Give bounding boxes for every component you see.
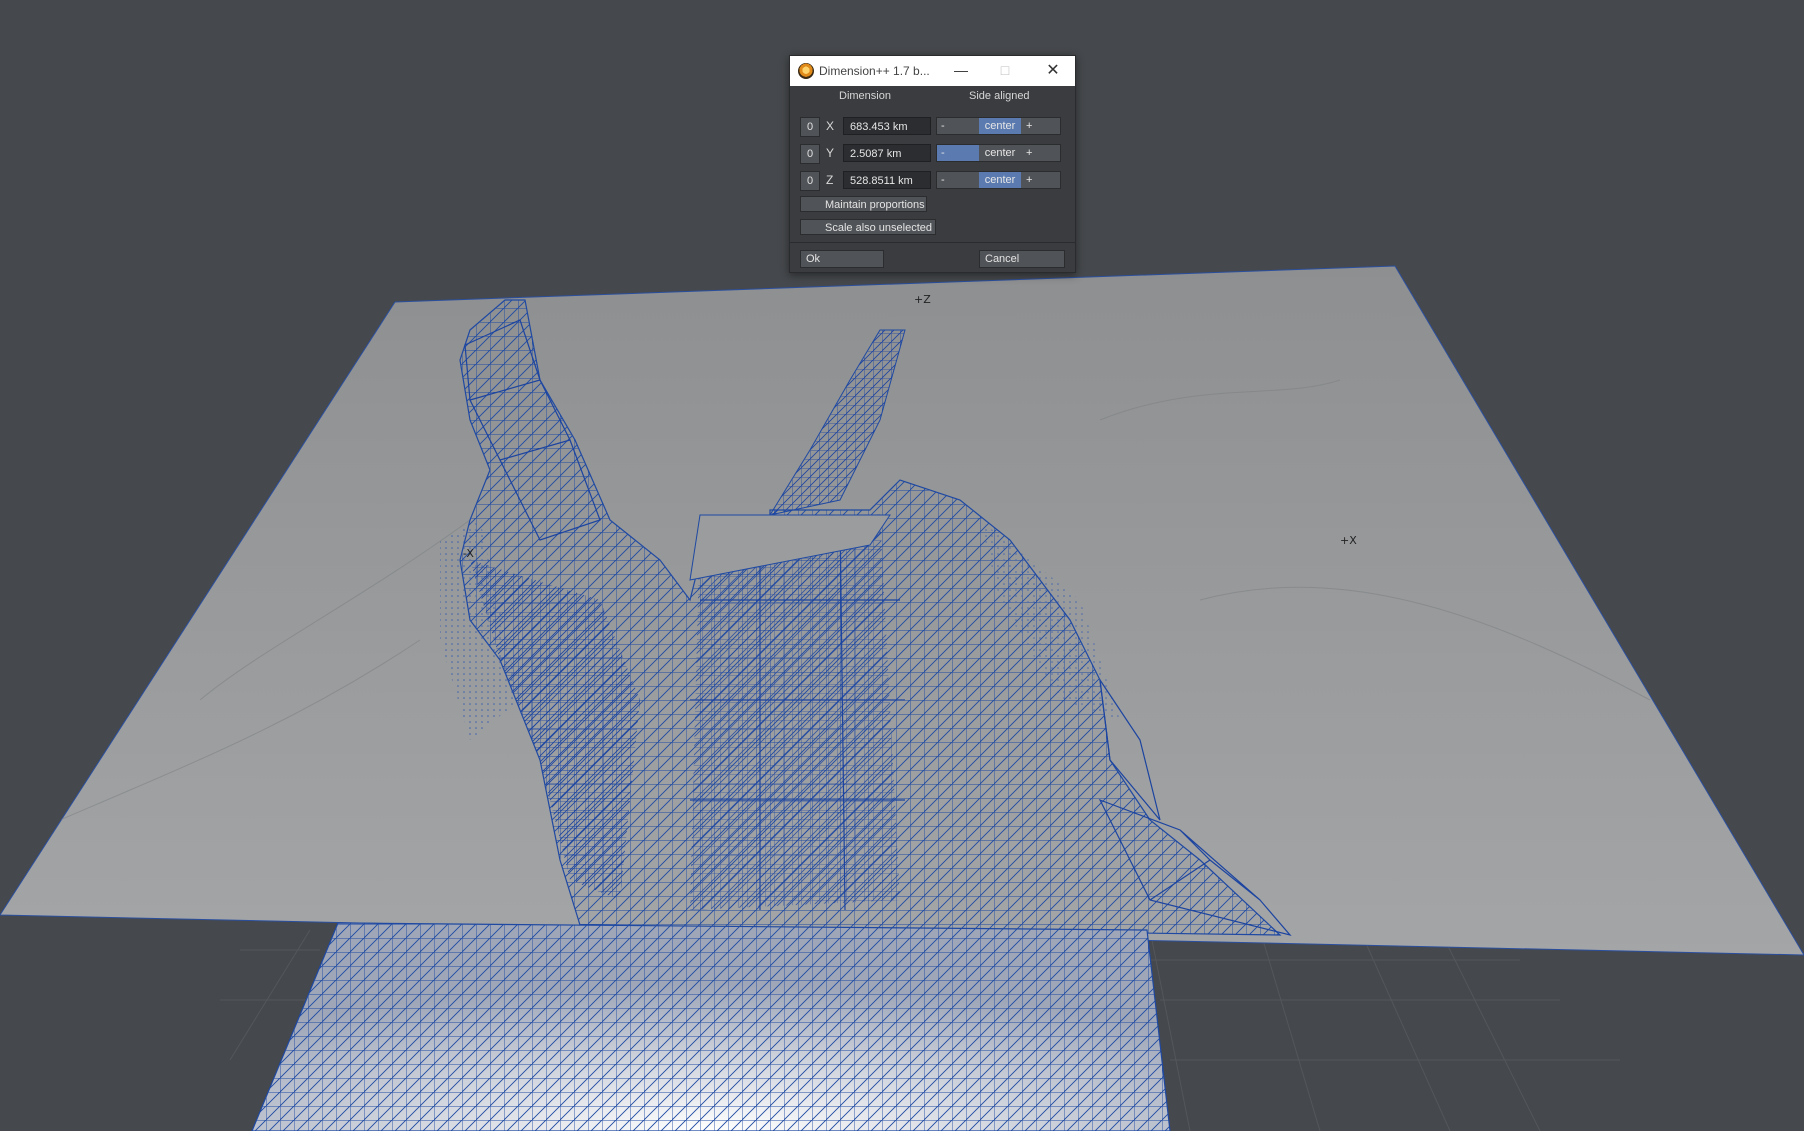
z-align-plus-button[interactable]: +: [1021, 172, 1061, 188]
reset-z-button[interactable]: 0: [800, 171, 820, 191]
reset-y-button[interactable]: 0: [800, 144, 820, 164]
y-dimension-field[interactable]: 2.5087 km: [843, 144, 931, 162]
side-aligned-header: Side aligned: [969, 90, 1030, 102]
y-align-center-button[interactable]: center: [979, 145, 1021, 161]
z-align-minus-button[interactable]: -: [937, 172, 979, 188]
y-align-plus-button[interactable]: +: [1021, 145, 1061, 161]
axis-letter-x: X: [826, 119, 835, 133]
dialog-footer: Ok Cancel: [790, 242, 1075, 273]
x-align-center-button[interactable]: center: [979, 118, 1021, 134]
axis-letter-z: Z: [826, 173, 834, 187]
minimize-button[interactable]: —: [939, 56, 983, 86]
dialog-title: Dimension++ 1.7 b...: [819, 64, 930, 78]
close-button[interactable]: ✕: [1031, 56, 1075, 86]
x-align-group: - center +: [936, 117, 1061, 135]
axis-label-pos-x: +X: [1340, 534, 1357, 547]
dialog-titlebar[interactable]: Dimension++ 1.7 b... — □ ✕: [790, 56, 1075, 86]
dimension-row-z: 0 Z 528.8511 km - center +: [790, 171, 1075, 191]
dimension-row-y: 0 Y 2.5087 km - center +: [790, 144, 1075, 164]
cancel-button[interactable]: Cancel: [979, 250, 1065, 268]
minimize-icon: —: [954, 62, 968, 78]
dimension-dialog: Dimension++ 1.7 b... — □ ✕ Dimension Sid…: [789, 55, 1076, 273]
x-align-minus-button[interactable]: -: [937, 118, 979, 134]
z-align-center-button[interactable]: center: [979, 172, 1021, 188]
z-dimension-field[interactable]: 528.8511 km: [843, 171, 931, 189]
axis-label-neg-x: -X: [463, 547, 474, 560]
x-dimension-field[interactable]: 683.453 km: [843, 117, 931, 135]
close-icon: ✕: [1046, 62, 1060, 79]
reset-x-button[interactable]: 0: [800, 117, 820, 137]
ok-button[interactable]: Ok: [800, 250, 884, 268]
axis-letter-y: Y: [826, 146, 835, 160]
dimension-header: Dimension: [839, 90, 891, 102]
axis-label-pos-z: +Z: [914, 293, 931, 306]
maximize-button[interactable]: □: [983, 56, 1027, 86]
x-align-plus-button[interactable]: +: [1021, 118, 1061, 134]
y-align-group: - center +: [936, 144, 1061, 162]
y-align-minus-button[interactable]: -: [937, 145, 979, 161]
scale-also-unselected-toggle[interactable]: Scale also unselected: [800, 219, 936, 235]
dimension-row-x: 0 X 683.453 km - center +: [790, 117, 1075, 137]
maximize-icon: □: [1000, 62, 1010, 78]
maintain-proportions-toggle[interactable]: Maintain proportions: [800, 196, 927, 212]
lightwave-icon: [798, 63, 814, 79]
z-align-group: - center +: [936, 171, 1061, 189]
